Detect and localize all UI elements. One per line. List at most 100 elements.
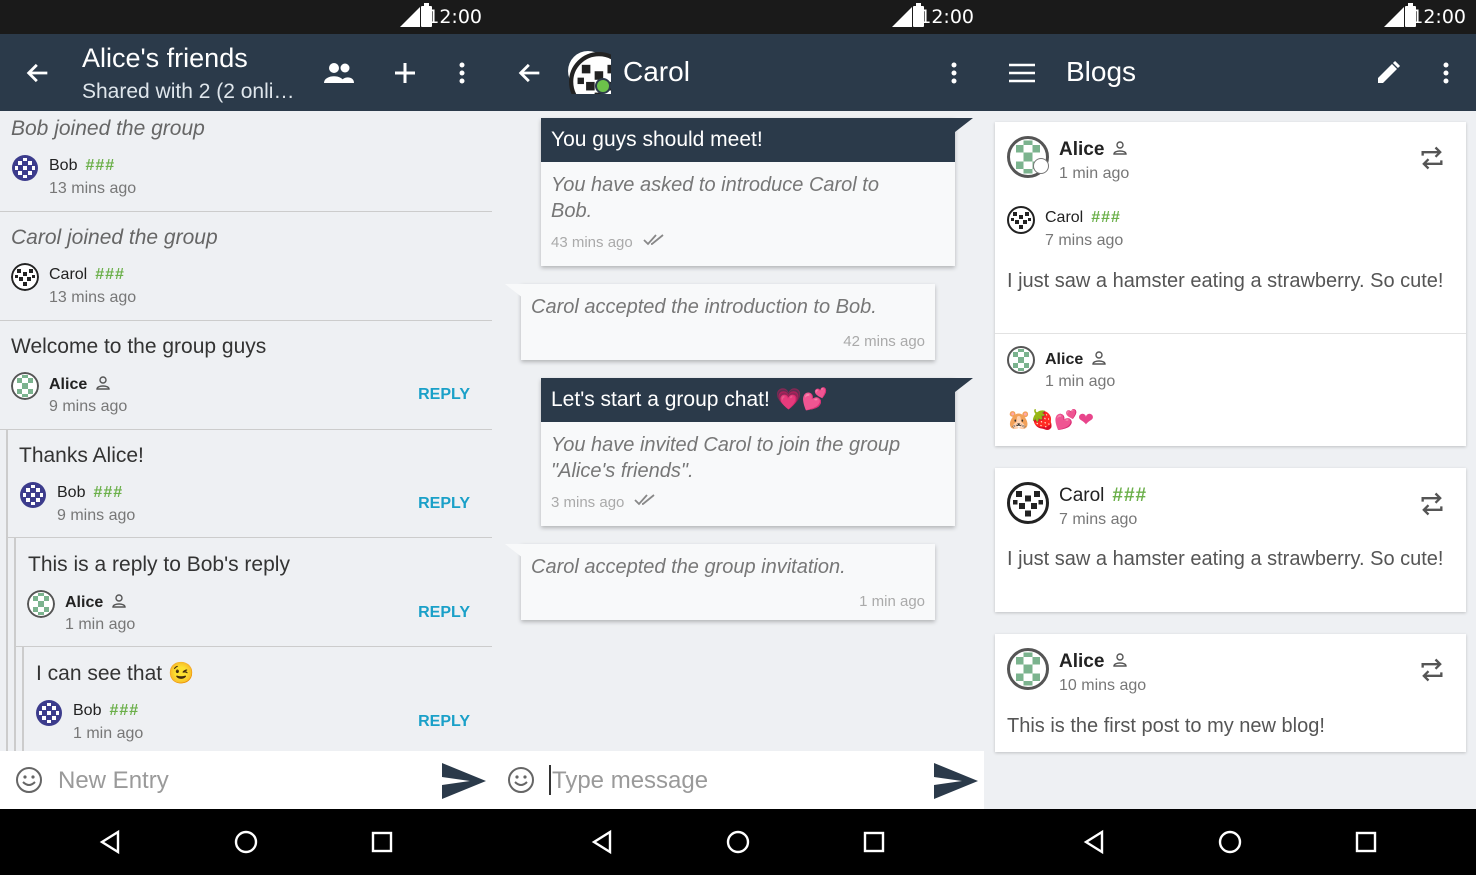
emoji-icon[interactable] bbox=[15, 766, 43, 794]
reblogged-author: Carol ### bbox=[1045, 209, 1121, 226]
post-time: 1 min ago bbox=[73, 725, 144, 742]
nav-back-icon[interactable] bbox=[80, 809, 140, 875]
message-body: You have asked to introduce Carol to Bob… bbox=[551, 174, 879, 222]
blog-post-card[interactable]: Alice 1 min ago Carol ### 7 mins ago I ju… bbox=[995, 122, 1466, 446]
reply-button[interactable]: REPLY bbox=[418, 495, 470, 513]
person-icon bbox=[1091, 350, 1107, 366]
divider bbox=[16, 646, 492, 647]
post-text: I just saw a hamster eating a strawberry… bbox=[1007, 270, 1444, 292]
bubble-tail bbox=[955, 118, 973, 132]
avatar-bob bbox=[35, 699, 63, 727]
post-time: 7 mins ago bbox=[1045, 232, 1124, 249]
nav-recent-icon[interactable] bbox=[844, 809, 904, 875]
post-author: Alice bbox=[49, 375, 111, 394]
status-bar: 12:00 bbox=[492, 0, 984, 34]
chat-title: Carol bbox=[623, 56, 690, 87]
chat-screen: 12:00 Carol You guys should meet! You ha… bbox=[492, 0, 984, 875]
person-icon bbox=[95, 375, 111, 391]
avatar-alice bbox=[1007, 346, 1035, 374]
add-icon[interactable] bbox=[385, 34, 425, 111]
comment-author: Alice bbox=[1045, 350, 1107, 369]
post-author: Alice bbox=[1059, 139, 1128, 161]
forum-list: Bob joined the group Bob ### 13 mins ago … bbox=[0, 111, 492, 751]
reply-button[interactable]: REPLY bbox=[418, 713, 470, 731]
hamburger-menu-icon[interactable] bbox=[1002, 34, 1042, 111]
back-arrow-icon[interactable] bbox=[510, 34, 550, 111]
nav-back-icon[interactable] bbox=[1064, 809, 1124, 875]
message-time: 43 mins ago bbox=[551, 234, 633, 251]
person-icon bbox=[1112, 140, 1128, 156]
forum-post-text: Bob joined the group bbox=[11, 117, 205, 140]
signal-icon bbox=[1384, 7, 1404, 27]
nav-recent-icon[interactable] bbox=[352, 809, 412, 875]
nav-back-icon[interactable] bbox=[572, 809, 632, 875]
post-author: Alice bbox=[65, 593, 127, 612]
back-arrow-icon[interactable] bbox=[18, 34, 58, 111]
blank-area bbox=[984, 751, 1476, 809]
send-icon[interactable] bbox=[440, 761, 488, 801]
divider bbox=[0, 320, 492, 321]
nav-home-icon[interactable] bbox=[1200, 809, 1260, 875]
divider bbox=[0, 211, 492, 212]
send-icon[interactable] bbox=[932, 761, 980, 801]
divider bbox=[995, 333, 1466, 334]
nav-bar bbox=[984, 809, 1476, 875]
forum-post-text: Welcome to the group guys bbox=[11, 335, 267, 358]
post-time: 9 mins ago bbox=[57, 507, 136, 524]
double-check-icon bbox=[634, 494, 655, 506]
message-time: 1 min ago bbox=[859, 593, 925, 610]
blogs-toolbar: Blogs bbox=[984, 34, 1476, 111]
blogs-title: Blogs bbox=[1066, 56, 1137, 87]
avatar-alice bbox=[1007, 648, 1049, 690]
post-time: 13 mins ago bbox=[49, 289, 137, 306]
overflow-menu-icon[interactable] bbox=[1426, 34, 1466, 111]
thread-line bbox=[6, 429, 8, 751]
chat-input-bar: Type message bbox=[492, 751, 984, 809]
blog-post-card[interactable]: Alice 10 mins ago This is the first post… bbox=[995, 634, 1466, 752]
message-head: You guys should meet! bbox=[541, 118, 955, 162]
thread-line bbox=[22, 646, 24, 751]
post-text: This is the first post to my new blog! bbox=[1007, 715, 1325, 737]
post-author: Alice bbox=[1059, 651, 1128, 673]
overflow-menu-icon[interactable] bbox=[934, 34, 974, 111]
repost-icon[interactable] bbox=[1418, 144, 1446, 172]
person-icon bbox=[111, 593, 127, 609]
reply-button[interactable]: REPLY bbox=[418, 386, 470, 404]
person-icon bbox=[1112, 652, 1128, 668]
status-bar: 12:00 bbox=[984, 0, 1476, 34]
avatar-carol bbox=[1007, 206, 1035, 234]
post-author: Bob ### bbox=[73, 702, 140, 719]
members-icon[interactable] bbox=[319, 34, 359, 111]
pencil-icon[interactable] bbox=[1368, 34, 1408, 111]
message-head: Let's start a group chat! 💗💕 bbox=[541, 378, 955, 422]
message-body: Carol accepted the introduction to Bob. bbox=[531, 296, 877, 318]
nav-home-icon[interactable] bbox=[708, 809, 768, 875]
chat-toolbar: Carol bbox=[492, 34, 984, 111]
message-body: You have invited Carol to join the group… bbox=[551, 434, 901, 482]
message-body: Carol accepted the group invitation. bbox=[531, 556, 846, 578]
heart-emoji: 💗💕 bbox=[775, 388, 828, 411]
nav-recent-icon[interactable] bbox=[1336, 809, 1396, 875]
forum-screen: 12:00 Alice's friends Shared with 2 (2 o… bbox=[0, 0, 492, 875]
new-entry-input[interactable]: New Entry bbox=[58, 767, 169, 795]
reply-button[interactable]: REPLY bbox=[418, 604, 470, 622]
overflow-menu-icon[interactable] bbox=[442, 34, 482, 111]
avatar-carol[interactable] bbox=[567, 50, 611, 94]
repost-icon[interactable] bbox=[1418, 490, 1446, 518]
status-time: 12:00 bbox=[427, 6, 482, 28]
message-input[interactable]: Type message bbox=[552, 767, 708, 795]
forum-post-text: This is a reply to Bob's reply bbox=[28, 553, 290, 576]
divider bbox=[8, 537, 492, 538]
avatar-carol bbox=[1007, 482, 1049, 524]
repost-icon[interactable] bbox=[1418, 656, 1446, 684]
avatar-bob bbox=[19, 481, 47, 509]
divider bbox=[0, 429, 492, 430]
message-bubble-incoming: Carol accepted the group invitation. 1 m… bbox=[521, 544, 935, 620]
post-author: Carol ### bbox=[49, 266, 125, 283]
avatar-alice bbox=[27, 590, 55, 618]
blog-post-card[interactable]: Carol ### 7 mins ago I just saw a hamster… bbox=[995, 468, 1466, 612]
forum-title: Alice's friends bbox=[82, 43, 248, 73]
emoji-icon[interactable] bbox=[507, 766, 535, 794]
nav-home-icon[interactable] bbox=[216, 809, 276, 875]
comment-emoji: 🐹🍓💕❤ bbox=[1007, 409, 1094, 431]
